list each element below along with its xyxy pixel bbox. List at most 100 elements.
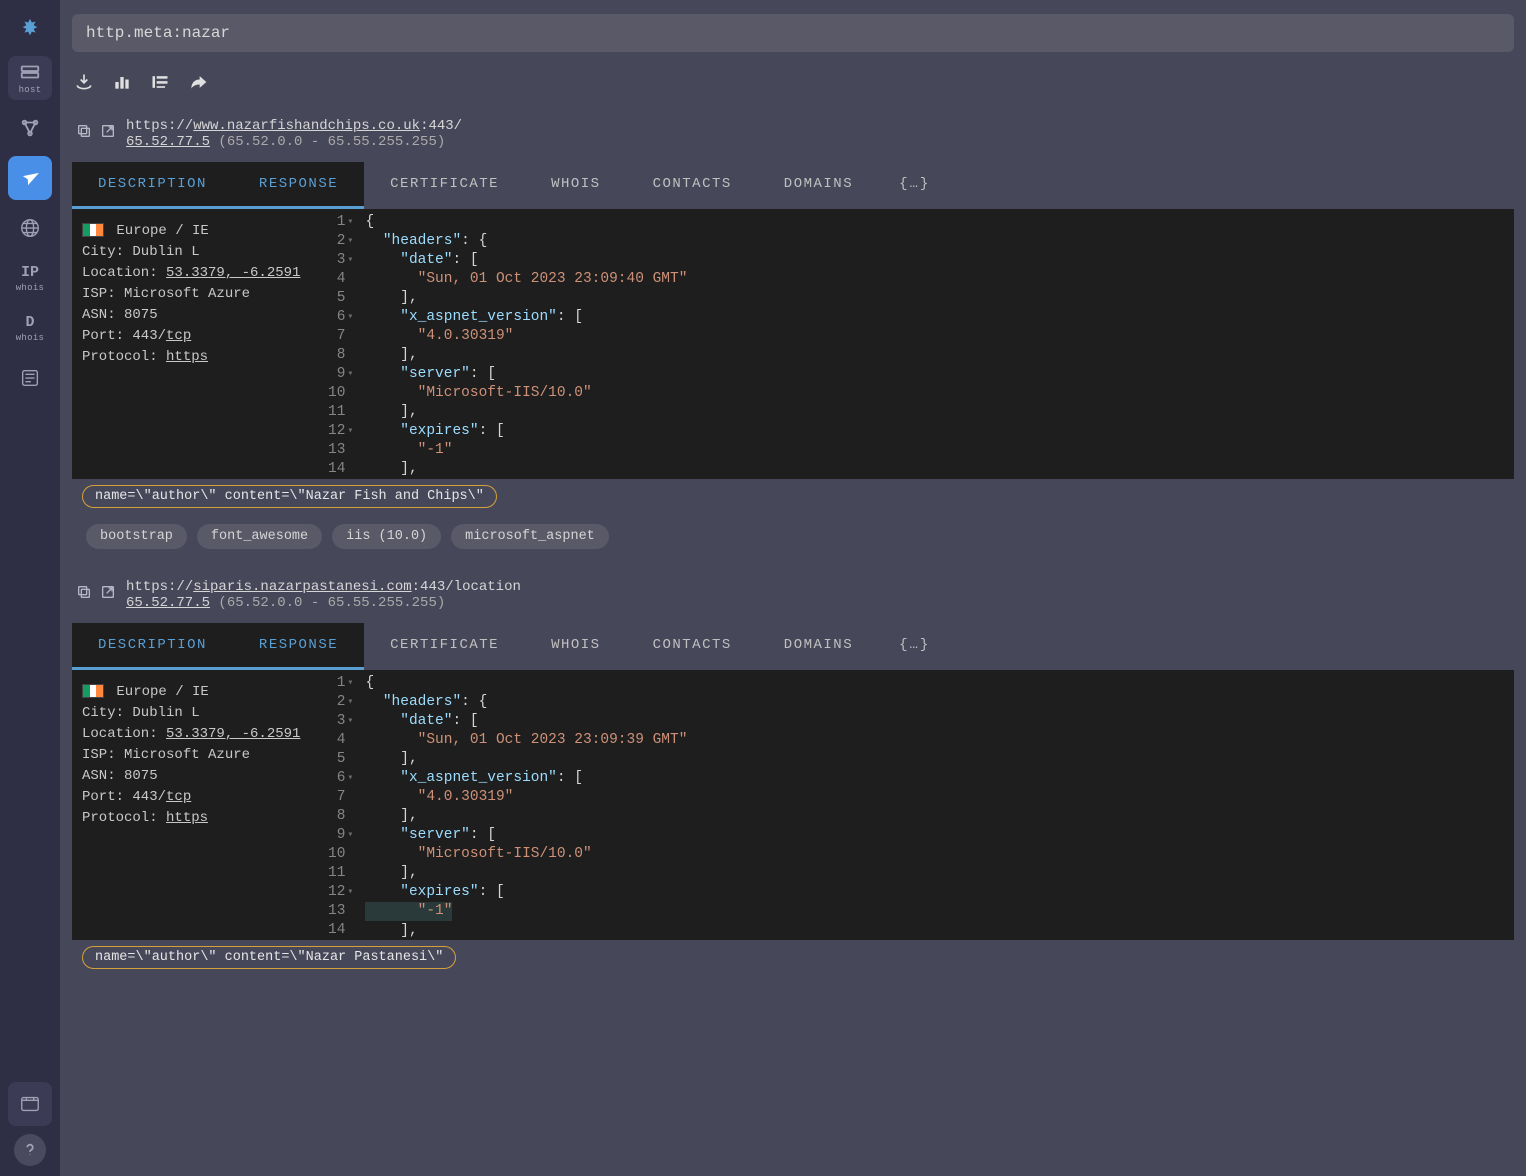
help-button[interactable] xyxy=(14,1134,46,1166)
ip-link[interactable]: 65.52.77.5 xyxy=(126,595,210,611)
code-line: "Microsoft-IIS/10.0" xyxy=(365,845,1506,864)
tag[interactable]: microsoft_aspnet xyxy=(451,524,609,549)
tab-certificate[interactable]: CERTIFICATE xyxy=(364,623,525,670)
code-line: "server": [ xyxy=(365,365,1506,384)
code-line: ], xyxy=(365,922,1506,940)
code-line: ], xyxy=(365,864,1506,883)
code-line: { xyxy=(365,213,1506,232)
logo-icon[interactable] xyxy=(8,6,52,50)
open-icon[interactable] xyxy=(100,123,116,139)
city-row: City: Dublin L xyxy=(82,242,310,263)
region-row: Europe / IE xyxy=(82,682,310,703)
location-row: Location: 53.3379, -6.2591 xyxy=(82,263,310,284)
isp-row: ISP: Microsoft Azure xyxy=(82,745,310,766)
result-item: https://siparis.nazarpastanesi.com:443/l… xyxy=(72,575,1514,975)
tab-description[interactable]: DESCRIPTION xyxy=(72,162,233,209)
url-host-link[interactable]: siparis.nazarpastanesi.com xyxy=(193,579,411,595)
code-line: "4.0.30319" xyxy=(365,327,1506,346)
code-line: ], xyxy=(365,750,1506,769)
open-icon[interactable] xyxy=(100,584,116,600)
match-snippet: name=\"author\" content=\"Nazar Pastanes… xyxy=(82,946,456,969)
tab-domains[interactable]: DOMAINS xyxy=(758,162,879,209)
tab-description[interactable]: DESCRIPTION xyxy=(72,623,233,670)
code-line: ], xyxy=(365,403,1506,422)
url-scheme: https:// xyxy=(126,579,193,595)
code-line: "Sun, 01 Oct 2023 23:09:40 GMT" xyxy=(365,270,1506,289)
code-line: "date": [ xyxy=(365,712,1506,731)
code-line: "x_aspnet_version": [ xyxy=(365,308,1506,327)
tab-whois[interactable]: WHOIS xyxy=(525,623,627,670)
code-line: "date": [ xyxy=(365,251,1506,270)
code-line: "server": [ xyxy=(365,826,1506,845)
code-line: "x_aspnet_version": [ xyxy=(365,769,1506,788)
nav-host[interactable]: host xyxy=(8,56,52,100)
protocol-link[interactable]: https xyxy=(166,810,208,826)
city-row: City: Dublin L xyxy=(82,703,310,724)
ip-link[interactable]: 65.52.77.5 xyxy=(126,134,210,150)
url-host-link[interactable]: www.nazarfishandchips.co.uk xyxy=(193,118,420,134)
url-suffix: :443/location xyxy=(412,579,521,595)
region-row: Europe / IE xyxy=(82,221,310,242)
code-line: "headers": { xyxy=(365,693,1506,712)
copy-icon[interactable] xyxy=(76,584,92,600)
code-line: ], xyxy=(365,346,1506,365)
flag-ie-icon xyxy=(82,223,104,237)
tab-contacts[interactable]: CONTACTS xyxy=(627,162,758,209)
location-link[interactable]: 53.3379, -6.2591 xyxy=(166,265,300,281)
code-line: "-1" xyxy=(365,902,452,921)
tab-whois[interactable]: WHOIS xyxy=(525,162,627,209)
code-line: { xyxy=(365,674,1506,693)
nav-d-whois[interactable]: D whois xyxy=(8,306,52,350)
tab-contacts[interactable]: CONTACTS xyxy=(627,623,758,670)
copy-icon[interactable] xyxy=(76,123,92,139)
tab-domains[interactable]: DOMAINS xyxy=(758,623,879,670)
list-icon[interactable] xyxy=(150,72,170,92)
search-input[interactable] xyxy=(72,14,1514,52)
port-row: Port: 443/tcp xyxy=(82,787,310,808)
location-row: Location: 53.3379, -6.2591 xyxy=(82,724,310,745)
tag[interactable]: iis (10.0) xyxy=(332,524,441,549)
protocol-link[interactable]: https xyxy=(166,349,208,365)
asn-row: ASN: 8075 xyxy=(82,766,310,787)
code-line: "expires": [ xyxy=(365,422,1506,441)
port-row: Port: 443/tcp xyxy=(82,326,310,347)
protocol-row: Protocol: https xyxy=(82,347,310,368)
code-line: ], xyxy=(365,460,1506,479)
code-line: "Sun, 01 Oct 2023 23:09:39 GMT" xyxy=(365,731,1506,750)
nav-news[interactable] xyxy=(8,356,52,400)
nav-graph[interactable] xyxy=(8,106,52,150)
results-list: https://www.nazarfishandchips.co.uk:443/… xyxy=(60,98,1526,1176)
tab-response[interactable]: RESPONSE xyxy=(233,162,364,209)
tab-[interactable]: {…} xyxy=(879,162,950,209)
tab-certificate[interactable]: CERTIFICATE xyxy=(364,162,525,209)
tab-[interactable]: {…} xyxy=(879,623,950,670)
result-item: https://www.nazarfishandchips.co.uk:443/… xyxy=(72,114,1514,559)
url-scheme: https:// xyxy=(126,118,193,134)
nav-search[interactable] xyxy=(8,156,52,200)
asn-row: ASN: 8075 xyxy=(82,305,310,326)
ip-range: (65.52.0.0 - 65.55.255.255) xyxy=(218,134,445,150)
match-snippet: name=\"author\" content=\"Nazar Fish and… xyxy=(82,485,497,508)
protocol-row: Protocol: https xyxy=(82,808,310,829)
nav-media[interactable] xyxy=(8,1082,52,1126)
location-link[interactable]: 53.3379, -6.2591 xyxy=(166,726,300,742)
port-proto-link[interactable]: tcp xyxy=(166,789,191,805)
nav-globe[interactable] xyxy=(8,206,52,250)
flag-ie-icon xyxy=(82,684,104,698)
code-line: "Microsoft-IIS/10.0" xyxy=(365,384,1506,403)
tag[interactable]: bootstrap xyxy=(86,524,187,549)
code-line: "headers": { xyxy=(365,232,1506,251)
code-line: "-1" xyxy=(365,441,1506,460)
nav-ip-whois[interactable]: IP whois xyxy=(8,256,52,300)
code-line: "4.0.30319" xyxy=(365,788,1506,807)
tag[interactable]: font_awesome xyxy=(197,524,322,549)
sidebar: host IP whois D whois xyxy=(0,0,60,1176)
share-icon[interactable] xyxy=(188,72,208,92)
port-proto-link[interactable]: tcp xyxy=(166,328,191,344)
stats-icon[interactable] xyxy=(112,72,132,92)
main: https://www.nazarfishandchips.co.uk:443/… xyxy=(60,0,1526,1176)
isp-row: ISP: Microsoft Azure xyxy=(82,284,310,305)
download-icon[interactable] xyxy=(74,72,94,92)
tab-response[interactable]: RESPONSE xyxy=(233,623,364,670)
toolbar xyxy=(60,62,1526,98)
